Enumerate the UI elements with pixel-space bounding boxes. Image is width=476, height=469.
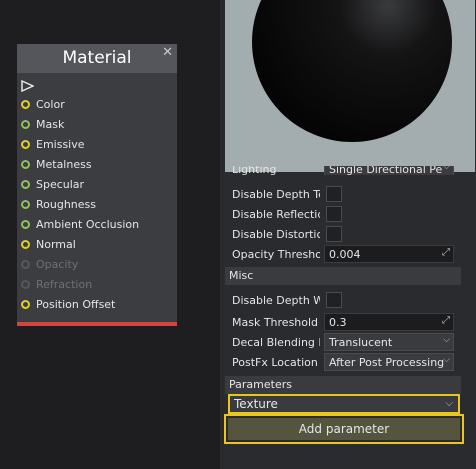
node-header[interactable]: Material ✕ [17, 44, 177, 73]
input-pin-row[interactable]: Ambient Occlusion [21, 215, 139, 233]
node-graph-canvas[interactable]: Material ✕ Color Mask Emissive Metalness Spe… [0, 0, 220, 469]
input-pin-icon[interactable] [21, 299, 30, 309]
input-pin-icon[interactable] [21, 139, 30, 149]
input-pin-label: Mask [36, 117, 65, 131]
node-footer-bar [17, 322, 177, 326]
input-pin-label: Refraction [36, 277, 93, 291]
input-pin-row[interactable]: Specular [21, 175, 84, 193]
input-pin-icon[interactable] [21, 279, 30, 289]
chevron-down-icon: ⌵ [445, 398, 453, 409]
input-pin-label: Normal [36, 237, 76, 251]
input-pin-label: Ambient Occlusion [36, 217, 140, 231]
input-pin-icon[interactable] [21, 99, 30, 109]
input-pin-row[interactable]: Color [21, 95, 65, 113]
parameter-type-dropdown[interactable]: Texture ⌵ [228, 394, 460, 414]
material-preview[interactable] [225, 0, 475, 172]
input-pin-icon[interactable] [21, 199, 30, 209]
input-pin-label: Roughness [36, 197, 97, 211]
input-pin-label: Specular [36, 177, 85, 191]
input-pin-row[interactable]: Opacity [21, 255, 78, 273]
input-pin-row[interactable]: Metalness [21, 155, 92, 173]
close-icon[interactable]: ✕ [162, 45, 173, 60]
input-pin-label: Position Offset [36, 297, 116, 311]
input-pin-row[interactable]: Mask [21, 115, 64, 133]
input-pin-label: Metalness [36, 157, 92, 171]
input-pin-label: Color [36, 97, 65, 111]
input-pin-row[interactable]: Refraction [21, 275, 92, 293]
preview-sphere-icon [252, 0, 452, 142]
input-pin-icon[interactable] [21, 259, 30, 269]
input-pin-icon[interactable] [21, 179, 30, 189]
node-title: Material [62, 48, 132, 68]
add-parameter-button-frame: Add parameter [224, 414, 464, 444]
add-parameter-button[interactable]: Add parameter [228, 418, 460, 440]
input-pin-row[interactable]: Normal [21, 235, 76, 253]
input-pin-row[interactable]: Position Offset [21, 295, 115, 313]
input-pin-row[interactable]: Roughness [21, 195, 96, 213]
input-pin-label: Emissive [36, 137, 85, 151]
input-pin-label: Opacity [36, 257, 79, 271]
parameter-type-value: Texture [234, 397, 278, 411]
material-node[interactable]: Material ✕ Color Mask Emissive Metalness Spe… [17, 44, 177, 326]
input-pin-row[interactable]: Emissive [21, 135, 85, 153]
input-pin-icon[interactable] [21, 239, 30, 249]
execution-pin-icon[interactable] [21, 80, 34, 92]
input-pin-icon[interactable] [21, 159, 30, 169]
input-pin-icon[interactable] [21, 119, 30, 129]
input-pin-icon[interactable] [21, 219, 30, 229]
